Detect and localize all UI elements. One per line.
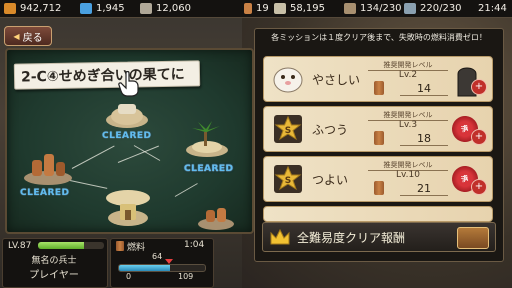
units-resource: 134/230 bbox=[344, 1, 402, 16]
fuel-current: 64 bbox=[152, 252, 163, 261]
fuel-icon bbox=[374, 81, 384, 95]
supplies-icon bbox=[140, 3, 152, 14]
fuel-cost: 18 bbox=[400, 132, 448, 146]
fuel-icon bbox=[374, 181, 384, 195]
rock-island-icon bbox=[198, 208, 234, 230]
stage-title: 2-C④せめぎ合いの果てに bbox=[13, 60, 201, 90]
reward-label: 全難易度クリア報酬 bbox=[297, 231, 406, 245]
cleared-label: CLEARED bbox=[20, 188, 70, 198]
mission-card-hard[interactable]: S つよい 推奨開発レベル Lv.10 21 済 + bbox=[263, 156, 493, 202]
coins-resource: 942,712 bbox=[4, 1, 61, 16]
player-title: 無名の兵士 bbox=[31, 256, 77, 266]
recommended-level: Lv.2 bbox=[398, 70, 418, 80]
gem-icon bbox=[80, 3, 92, 14]
treasure-chest-icon[interactable] bbox=[457, 227, 489, 249]
fuel-value: 19 bbox=[256, 3, 269, 14]
parts-value: 220/230 bbox=[420, 3, 462, 14]
fuel-resource: 19 bbox=[244, 1, 269, 16]
back-label: 戻る bbox=[22, 32, 43, 44]
pointing-hand-icon bbox=[118, 71, 139, 97]
cleared-label: CLEARED bbox=[184, 164, 234, 174]
gold-star-s-icon: S bbox=[274, 115, 302, 143]
svg-text:S: S bbox=[285, 176, 291, 186]
medals-value: 58,195 bbox=[290, 3, 325, 14]
fuel-min: 0 bbox=[126, 272, 132, 281]
map-node-3[interactable]: CLEARED bbox=[20, 146, 74, 198]
parts-resource: 220/230 bbox=[404, 1, 462, 16]
map-node-1[interactable]: CLEARED bbox=[102, 96, 151, 141]
difficulty-label: つよい bbox=[312, 173, 349, 187]
mission-side-slot: + bbox=[452, 62, 490, 98]
gems-resource: 1,945 bbox=[80, 1, 125, 16]
player-name: プレイヤー bbox=[29, 270, 79, 281]
zoom-button[interactable]: + bbox=[471, 179, 487, 195]
tank-icon bbox=[344, 3, 356, 14]
cleared-label: CLEARED bbox=[102, 131, 152, 141]
coins-value: 942,712 bbox=[20, 3, 62, 14]
coin-icon bbox=[4, 3, 16, 14]
mission-notice: 各ミッションは１度クリア後まで、失敗時の燃料消費ゼロ！ bbox=[271, 33, 487, 42]
map-node-5[interactable] bbox=[196, 206, 236, 230]
gems-value: 1,945 bbox=[96, 3, 125, 14]
recommended-level: Lv.3 bbox=[398, 120, 418, 130]
medals-resource: 58,195 bbox=[274, 1, 325, 16]
gear-icon bbox=[404, 3, 416, 14]
difficulty-label: ふつう bbox=[312, 123, 349, 137]
fuel-icon bbox=[116, 241, 124, 251]
fuel-marker-icon bbox=[164, 259, 173, 264]
palm-island-icon bbox=[186, 121, 228, 157]
fuel-cost: 21 bbox=[400, 182, 448, 196]
exp-bar-fill bbox=[38, 242, 85, 249]
back-button[interactable]: ◀ 戻る bbox=[4, 26, 52, 46]
clock: 21:44 bbox=[478, 3, 507, 14]
medal-icon bbox=[274, 3, 286, 14]
recommended-level: Lv.10 bbox=[396, 170, 420, 180]
units-value: 134/230 bbox=[360, 3, 402, 14]
fuel-gauge-fill bbox=[119, 265, 170, 271]
gold-star-s-icon: S bbox=[274, 165, 302, 193]
supplies-value: 12,060 bbox=[156, 3, 191, 14]
mission-side-slot: 済 + bbox=[448, 112, 490, 148]
mission-card-peek[interactable] bbox=[263, 206, 493, 222]
clear-reward-bar[interactable]: 全難易度クリア報酬 bbox=[262, 222, 496, 252]
supplies-resource: 12,060 bbox=[140, 1, 191, 16]
mission-card-easy[interactable]: やさしい 推奨開発レベル Lv.2 14 + bbox=[263, 56, 493, 102]
zoom-button[interactable]: + bbox=[471, 129, 487, 145]
fuel-icon bbox=[244, 3, 252, 14]
map-node-2[interactable]: CLEARED bbox=[184, 120, 233, 174]
fuel-max: 109 bbox=[178, 272, 194, 281]
rock-island-icon bbox=[24, 154, 72, 185]
svg-text:S: S bbox=[285, 126, 291, 136]
crown-icon bbox=[270, 228, 290, 245]
mission-side-slot: 済 + bbox=[448, 162, 490, 198]
fuel-icon bbox=[374, 131, 384, 145]
exp-bar bbox=[38, 242, 104, 249]
hamster-icon bbox=[273, 67, 303, 93]
zoom-button[interactable]: + bbox=[471, 79, 487, 95]
fuel-cost: 14 bbox=[400, 82, 448, 96]
triangle-left-icon: ◀ bbox=[13, 31, 20, 41]
fuel-label: 燃料 bbox=[127, 243, 146, 253]
status-bar: 942,712 1,945 12,060 19 58,195 134/230 2… bbox=[0, 0, 512, 18]
hamburger-island-icon bbox=[106, 104, 148, 128]
fuel-timer: 1:04 bbox=[184, 240, 205, 250]
player-level: LV.87 bbox=[8, 241, 32, 251]
difficulty-label: やさしい bbox=[312, 73, 361, 87]
map-node-4[interactable] bbox=[104, 184, 152, 228]
mission-card-normal[interactable]: S ふつう 推奨開発レベル Lv.3 18 済 + bbox=[263, 106, 493, 152]
fuel-gauge bbox=[118, 264, 206, 272]
house-island-icon bbox=[106, 190, 150, 226]
